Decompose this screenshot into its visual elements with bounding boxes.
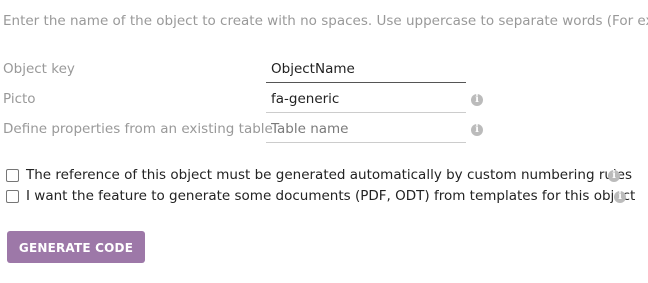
object-key-label: Object key <box>3 61 75 77</box>
table-name-input[interactable] <box>266 116 466 143</box>
generate-documents-checkbox[interactable] <box>6 190 19 203</box>
existing-table-label: Define properties from an existing table <box>3 121 273 137</box>
picto-label: Picto <box>3 91 36 107</box>
generate-documents-row: I want the feature to generate some docu… <box>0 187 648 207</box>
info-circle-icon[interactable]: i <box>471 94 483 106</box>
generate-documents-label[interactable]: I want the feature to generate some docu… <box>26 188 635 204</box>
picto-input[interactable] <box>266 86 466 113</box>
object-key-row: Object key <box>0 56 648 84</box>
info-circle-icon[interactable]: i <box>614 191 626 203</box>
info-circle-icon[interactable]: i <box>608 170 620 182</box>
info-circle-icon[interactable]: i <box>471 124 483 136</box>
intro-text: Enter the name of the object to create w… <box>3 13 648 29</box>
picto-row: Picto i <box>0 86 648 114</box>
custom-numbering-checkbox[interactable] <box>6 169 19 182</box>
generate-code-button[interactable]: GENERATE CODE <box>7 231 145 263</box>
custom-numbering-row: The reference of this object must be gen… <box>0 166 648 186</box>
custom-numbering-label[interactable]: The reference of this object must be gen… <box>26 167 632 183</box>
existing-table-row: Define properties from an existing table… <box>0 116 648 144</box>
object-key-input[interactable] <box>266 56 466 83</box>
